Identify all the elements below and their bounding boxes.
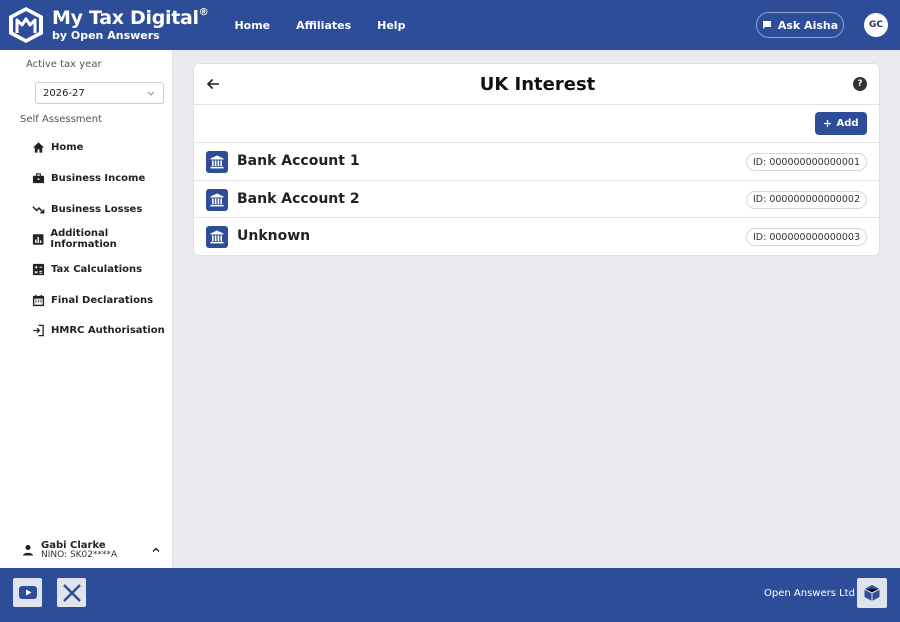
- self-assessment-label: Self Assessment: [20, 114, 102, 125]
- account-name: Bank Account 1: [237, 153, 360, 169]
- home-icon: [32, 141, 45, 153]
- brand-subtitle: by Open Answers: [52, 29, 160, 42]
- help-icon[interactable]: ?: [853, 77, 867, 91]
- sidebar-item-label: Business Losses: [51, 203, 143, 215]
- calendar-icon: [32, 294, 45, 306]
- account-id-badge: ID: 000000000000001: [745, 153, 867, 171]
- brand-logo[interactable]: My Tax Digital® by Open Answers: [6, 5, 209, 45]
- nav-home[interactable]: Home: [234, 19, 270, 32]
- user-nino: NINO: SK02****A: [41, 549, 118, 560]
- account-row[interactable]: Bank Account 1 ID: 000000000000001: [194, 143, 879, 181]
- chevron-up-icon: [152, 547, 160, 552]
- footer: Open Answers Ltd: [0, 568, 900, 622]
- tax-year-select[interactable]: 2026-27: [35, 82, 164, 104]
- nav-help[interactable]: Help: [377, 19, 405, 32]
- account-name: Unknown: [237, 228, 311, 244]
- chat-icon: [762, 21, 771, 29]
- bank-icon: [206, 151, 228, 173]
- top-header: My Tax Digital® by Open Answers Home Aff…: [0, 0, 900, 50]
- add-button[interactable]: Add: [815, 112, 867, 135]
- sidebar-item-label: Business Income: [51, 172, 146, 184]
- nav-affiliates[interactable]: Affiliates: [296, 19, 351, 32]
- bank-icon: [206, 226, 228, 248]
- card-header: UK Interest ?: [194, 64, 879, 105]
- page-title: UK Interest: [479, 74, 596, 95]
- sidebar-item-label: Additional Information: [50, 228, 117, 250]
- user-avatar[interactable]: GC: [864, 13, 888, 37]
- account-row[interactable]: Unknown ID: 000000000000003: [194, 218, 879, 255]
- sidebar-item-home[interactable]: Home: [32, 138, 83, 156]
- account-id-badge: ID: 000000000000002: [745, 190, 867, 209]
- uk-interest-card: UK Interest ? Add Bank Account 1 ID: 000…: [193, 63, 880, 256]
- company-logo: [857, 578, 887, 608]
- sidebar-item-label: Tax Calculations: [51, 263, 143, 275]
- youtube-icon: [18, 586, 37, 599]
- sidebar-item-hmrc-authorisation[interactable]: HMRC Authorisation: [32, 321, 165, 339]
- sidebar-item-business-income[interactable]: Business Income: [32, 169, 145, 187]
- bar-chart-icon: [32, 233, 44, 245]
- sidebar-item-label: HMRC Authorisation: [51, 324, 165, 336]
- sidebar-item-business-losses[interactable]: Business Losses: [32, 200, 142, 218]
- plus-icon: [824, 120, 832, 127]
- tax-year-value: 2026-27: [43, 87, 85, 99]
- cube-logo-icon: [9, 7, 43, 43]
- registered-mark: ®: [198, 7, 209, 18]
- company-name: Open Answers Ltd: [764, 588, 855, 599]
- sidebar: Active tax year 2026-27 Self Assessment …: [0, 50, 173, 568]
- chevron-down-icon: [147, 91, 155, 96]
- bank-icon: [206, 188, 228, 211]
- youtube-link[interactable]: [13, 578, 42, 607]
- sidebar-item-label: Home: [51, 141, 84, 153]
- sidebar-item-tax-calculations[interactable]: Tax Calculations: [32, 260, 142, 278]
- cube-icon: [864, 585, 880, 601]
- briefcase-icon: [32, 172, 45, 183]
- sidebar-item-final-declarations[interactable]: Final Declarations: [32, 291, 153, 309]
- x-link[interactable]: [57, 578, 86, 607]
- ask-aisha-label: Ask Aisha: [777, 18, 839, 32]
- user-menu[interactable]: Gabi Clarke NINO: SK02****A: [22, 538, 167, 562]
- card-toolbar: Add: [194, 105, 879, 143]
- account-row[interactable]: Bank Account 2 ID: 000000000000002: [194, 181, 879, 218]
- sidebar-item-label: Final Declarations: [51, 294, 154, 306]
- person-icon: [23, 545, 33, 556]
- trending-down-icon: [32, 205, 45, 213]
- tax-year-label: Active tax year: [26, 59, 102, 70]
- calculator-icon: [32, 263, 45, 275]
- add-button-label: Add: [836, 118, 859, 129]
- sidebar-item-additional-information[interactable]: Additional Information: [32, 228, 172, 250]
- ask-aisha-button[interactable]: Ask Aisha: [756, 12, 844, 38]
- x-icon: [62, 583, 81, 602]
- account-id-badge: ID: 000000000000003: [745, 228, 867, 246]
- brand-title: My Tax Digital: [52, 7, 199, 29]
- top-nav: Home Affiliates Help: [234, 19, 431, 32]
- account-name: Bank Account 2: [237, 190, 360, 207]
- user-name: Gabi Clarke: [41, 539, 106, 551]
- login-icon: [33, 324, 44, 336]
